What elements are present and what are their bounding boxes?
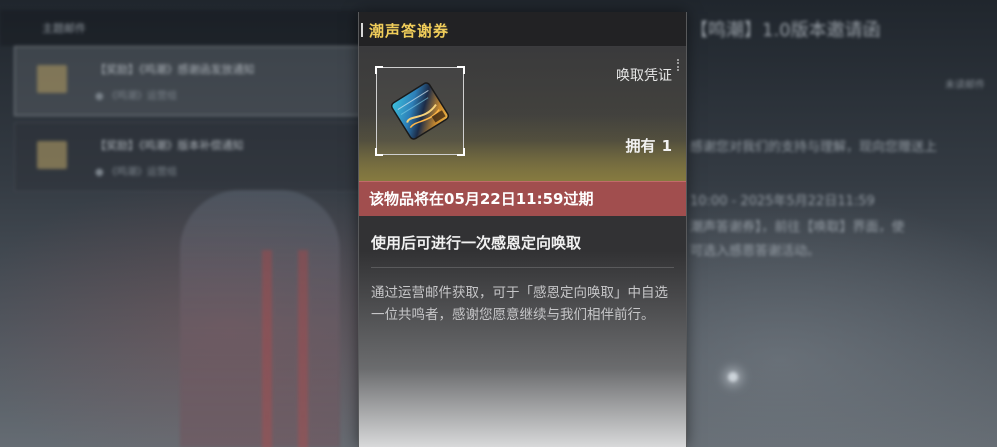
frame-corner: [457, 148, 465, 156]
mail-item-sender: ● 《鸣潮》运营组: [95, 91, 177, 102]
decorative-stripe: [298, 250, 308, 447]
item-owned-count: 拥有 1: [626, 135, 672, 156]
mail-item-title: 【奖励】《鸣潮》感谢函发放通知: [95, 63, 255, 76]
mail-detail-line: 感谢您对我们的支持与理解，现向您赠送上: [690, 140, 938, 155]
mail-detail-line: 潮声答谢券】，前往【唤取】界面，使: [690, 220, 905, 235]
item-description: 通过运营邮件获取，可于「感恩定向唤取」中自选一位共鸣者，感谢您愿意继续与我们相伴…: [371, 285, 668, 323]
mail-list-item[interactable]: 【奖励】《鸣潮》感谢函发放通知 ● 《鸣潮》运营组: [14, 46, 362, 116]
tooltip-header: 潮声答谢券: [359, 12, 686, 47]
mail-item-title: 【奖励】《鸣潮》版本补偿通知: [95, 139, 244, 152]
character-silhouette: [180, 190, 340, 447]
mail-detail-line: 可选入感恩答谢活动。: [690, 244, 821, 259]
frame-corner: [457, 66, 465, 74]
title-accent-bar: [361, 23, 363, 37]
mail-detail-title: 【鸣潮】1.0版本邀请函: [690, 20, 881, 41]
item-name: 潮声答谢券: [369, 22, 450, 40]
mail-detail-badge: 未读邮件: [945, 80, 985, 91]
expiration-banner: 该物品将在05月22日11:59过期: [359, 181, 686, 216]
scroll-indicator: [677, 59, 682, 71]
mail-envelope-icon: [37, 141, 67, 169]
game-screen: 主题邮件 【奖励】《鸣潮》感谢函发放通知 ● 《鸣潮》运营组 【奖励】《鸣潮》版…: [0, 0, 997, 447]
item-tooltip: 潮声答谢券 唤取凭证 拥有 1 该物品将在05月22日11:59过期 使用后可进…: [358, 12, 687, 447]
frame-corner: [375, 66, 383, 74]
owned-label: 拥有: [625, 137, 656, 155]
mail-list-item[interactable]: 【奖励】《鸣潮》版本补偿通知 ● 《鸣潮》运营组: [14, 122, 362, 192]
item-category: 唤取凭证: [616, 68, 672, 84]
thanks-ticket-icon: [390, 82, 450, 140]
owned-number: 1: [661, 137, 672, 155]
light-orb: [728, 372, 738, 382]
item-icon-frame: [375, 66, 465, 156]
mail-item-sender: ● 《鸣潮》运营组: [95, 167, 177, 178]
decorative-stripe: [262, 250, 272, 447]
mail-envelope-icon: [37, 65, 67, 93]
item-showcase: 唤取凭证 拥有 1: [359, 47, 686, 181]
mail-list-header-label: 主题邮件: [42, 22, 86, 35]
item-effect: 使用后可进行一次感恩定向唤取: [371, 216, 674, 268]
frame-corner: [375, 148, 383, 156]
mail-detail-line: 10:00 - 2025年5月22日11:59: [690, 194, 875, 209]
